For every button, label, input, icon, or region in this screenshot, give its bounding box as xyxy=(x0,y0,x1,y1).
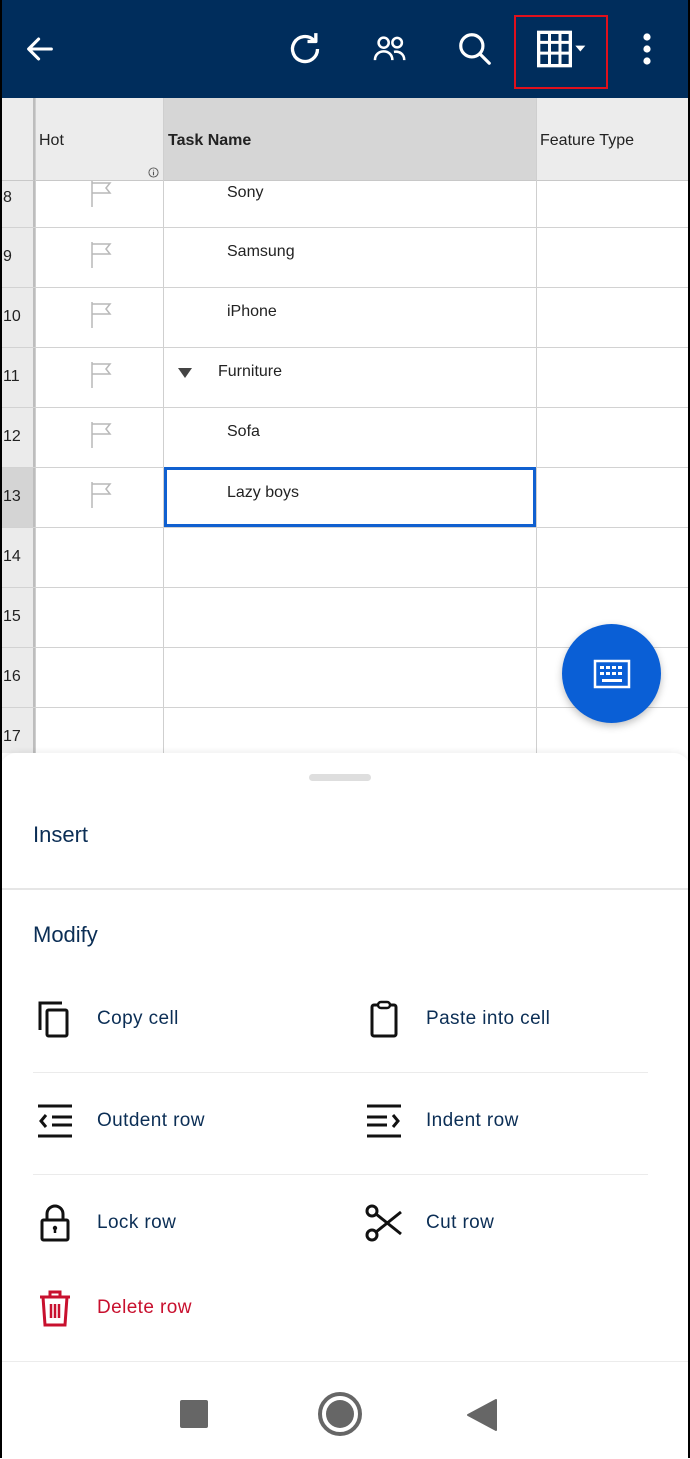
scissors-icon xyxy=(362,1201,406,1245)
task-name-cell[interactable]: iPhone xyxy=(227,303,277,321)
more-options-button[interactable] xyxy=(622,24,672,74)
table-row[interactable]: 13 Lazy boys xyxy=(0,467,690,528)
outdent-row-button[interactable]: Outdent row xyxy=(38,1096,205,1146)
indent-row-label: Indent row xyxy=(426,1110,519,1131)
paste-into-cell-label: Paste into cell xyxy=(426,1008,551,1029)
modify-section-title: Modify xyxy=(33,922,98,947)
collapse-triangle-icon[interactable] xyxy=(178,367,192,379)
row-number: 14 xyxy=(3,548,21,565)
search-icon xyxy=(459,33,491,65)
arrow-left-icon xyxy=(27,37,53,61)
flag-icon[interactable] xyxy=(90,242,112,268)
keyboard-fab-button[interactable] xyxy=(562,624,661,723)
divider xyxy=(0,888,690,890)
copy-cell-button[interactable]: Copy cell xyxy=(38,994,179,1044)
table-row[interactable]: 11 Furniture xyxy=(0,348,690,408)
back-button[interactable] xyxy=(15,24,65,74)
row-number: 11 xyxy=(3,368,20,385)
task-name-cell[interactable]: Lazy boys xyxy=(227,484,299,502)
flag-icon[interactable] xyxy=(90,181,112,207)
refresh-button[interactable] xyxy=(280,24,330,74)
task-name-cell[interactable]: Furniture xyxy=(218,363,282,381)
row-number: 17 xyxy=(3,728,21,745)
task-name-cell[interactable]: Sofa xyxy=(227,423,260,441)
outdent-icon xyxy=(33,1099,77,1143)
column-header-hot[interactable]: Hot xyxy=(35,98,164,181)
table-row[interactable]: 10 iPhone xyxy=(0,288,690,348)
people-icon xyxy=(373,36,406,61)
highlight-box xyxy=(514,15,608,89)
indent-row-button[interactable]: Indent row xyxy=(367,1096,519,1146)
info-icon xyxy=(148,167,159,178)
clipboard-icon xyxy=(362,997,406,1041)
delete-row-button[interactable]: Delete row xyxy=(40,1283,192,1333)
task-name-cell[interactable]: Sony xyxy=(227,184,263,202)
cut-row-button[interactable]: Cut row xyxy=(365,1198,495,1248)
more-vertical-icon xyxy=(643,33,651,65)
flag-icon[interactable] xyxy=(90,422,112,448)
row-number: 12 xyxy=(3,428,21,445)
search-button[interactable] xyxy=(450,24,500,74)
lock-icon xyxy=(33,1201,77,1245)
row-actions-bottom-sheet: Insert Modify Copy cell Paste into cell … xyxy=(0,753,690,1361)
table-row[interactable]: 14 xyxy=(0,528,690,588)
selected-cell[interactable] xyxy=(164,467,536,527)
cut-row-label: Cut row xyxy=(426,1212,495,1233)
row-number: 13 xyxy=(3,488,21,505)
row-number: 16 xyxy=(3,668,21,685)
row-number: 9 xyxy=(3,248,12,265)
insert-section-title[interactable]: Insert xyxy=(33,822,88,848)
lock-row-label: Lock row xyxy=(97,1212,177,1233)
column-header-feature-type[interactable]: Feature Type xyxy=(536,98,690,181)
corner-cell xyxy=(0,98,35,181)
keyboard-icon xyxy=(593,659,630,688)
row-number: 10 xyxy=(3,308,21,325)
table-row[interactable]: 8 Sony xyxy=(0,181,690,228)
column-header-label: Task Name xyxy=(168,132,252,149)
copy-cell-label: Copy cell xyxy=(97,1008,179,1029)
lock-row-button[interactable]: Lock row xyxy=(40,1198,176,1248)
recents-square-icon[interactable] xyxy=(179,1399,209,1429)
trash-icon xyxy=(33,1286,77,1330)
column-header-label: Feature Type xyxy=(540,132,634,149)
outdent-row-label: Outdent row xyxy=(97,1110,205,1131)
flag-icon[interactable] xyxy=(90,302,112,328)
back-triangle-icon[interactable] xyxy=(466,1398,498,1432)
paste-into-cell-button[interactable]: Paste into cell xyxy=(369,994,550,1044)
row-number: 15 xyxy=(3,608,21,625)
home-circle-icon[interactable] xyxy=(317,1391,363,1437)
column-header-task-name[interactable]: Task Name xyxy=(164,98,536,181)
delete-row-label: Delete row xyxy=(97,1297,192,1318)
table-row[interactable]: 12 Sofa xyxy=(0,408,690,468)
copy-icon xyxy=(33,997,77,1041)
refresh-icon xyxy=(290,33,320,64)
flag-icon[interactable] xyxy=(90,362,112,388)
table-row[interactable]: 9 Samsung xyxy=(0,228,690,288)
system-navigation-bar xyxy=(0,1361,690,1459)
flag-icon[interactable] xyxy=(90,482,112,508)
task-name-cell[interactable]: Samsung xyxy=(227,243,295,261)
row-number: 8 xyxy=(3,189,12,206)
indent-icon xyxy=(362,1099,406,1143)
column-header-label: Hot xyxy=(39,132,64,149)
collaborators-button[interactable] xyxy=(365,24,415,74)
drag-handle[interactable] xyxy=(309,774,371,781)
divider xyxy=(33,1174,648,1175)
divider xyxy=(33,1072,648,1073)
